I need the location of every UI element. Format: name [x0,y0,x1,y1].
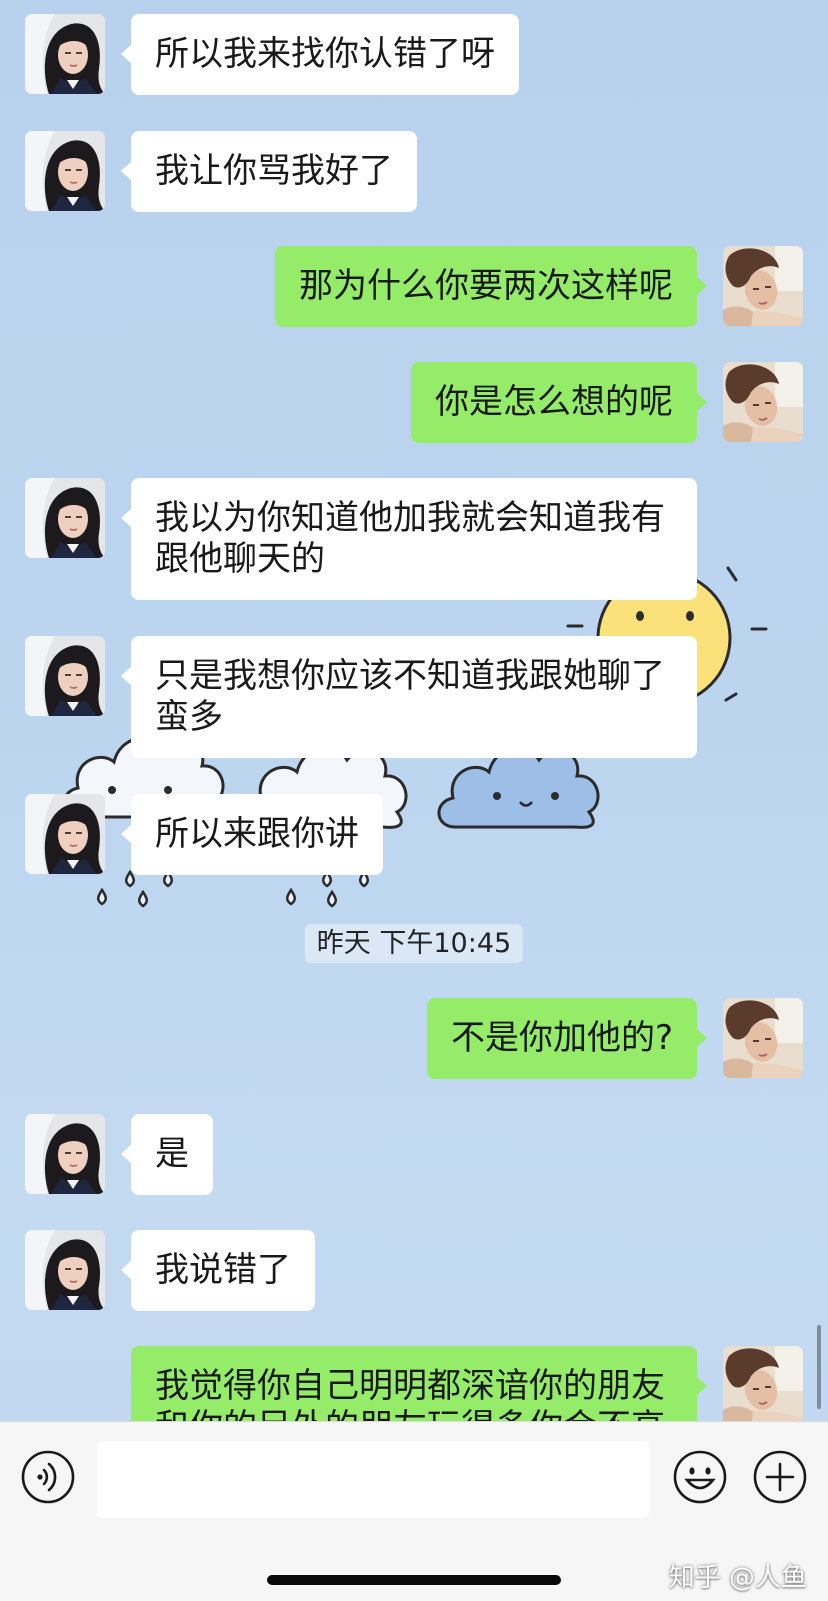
message-bubble-incoming[interactable]: 所以来跟你讲 [121,794,383,875]
message-bubble-outgoing[interactable]: 不是你加他的? [426,998,708,1079]
message-input[interactable] [97,1441,650,1518]
avatar-photo [723,362,803,442]
message-timestamp: 昨天 下午10:45 [304,924,524,963]
cloud-icon [437,746,600,829]
scroll-indicator[interactable] [817,1325,821,1409]
avatar-self[interactable] [723,998,803,1078]
avatar-contact[interactable] [25,794,105,874]
avatar-photo [25,636,105,716]
plus-icon [753,1450,807,1504]
avatar-photo [25,794,105,874]
home-indicator[interactable] [267,1575,561,1585]
avatar-photo [25,478,105,558]
avatar-contact[interactable] [25,1230,105,1310]
message-bubble-outgoing[interactable]: 那为什么你要两次这样呢 [275,246,707,327]
message-bubble-incoming[interactable]: 是 [121,1114,213,1195]
message-bubble-incoming[interactable]: 只是我想你应该不知道我跟她聊了蛮多 [121,636,697,758]
avatar-photo [723,1346,803,1426]
avatar-contact[interactable] [25,131,105,211]
avatar-contact[interactable] [25,1114,105,1194]
avatar-self[interactable] [723,246,803,326]
avatar-photo [723,998,803,1078]
message-bubble-incoming[interactable]: 我说错了 [121,1230,315,1311]
avatar-photo [25,14,105,94]
avatar-contact[interactable] [25,478,105,558]
avatar-contact[interactable] [25,636,105,716]
more-button[interactable] [752,1449,808,1505]
voice-button[interactable] [20,1449,76,1505]
avatar-contact[interactable] [25,14,105,94]
message-bubble-outgoing[interactable]: 你是怎么想的呢 [411,362,707,443]
emoji-icon [673,1450,727,1504]
chat-screen: 所以我来找你认错了呀 我让你骂我好了 那为什么你要两次这样呢 你是怎么想的呢 我… [0,0,828,1601]
avatar-photo [723,246,803,326]
emoji-button[interactable] [672,1449,728,1505]
avatar-photo [25,1114,105,1194]
avatar-self[interactable] [723,1346,803,1426]
message-bubble-incoming[interactable]: 所以我来找你认错了呀 [121,14,519,95]
avatar-self[interactable] [723,362,803,442]
message-bubble-incoming[interactable]: 我以为你知道他加我就会知道我有跟他聊天的 [121,478,697,600]
voice-icon [21,1450,75,1504]
raindrop-icon [96,870,370,908]
message-bubble-incoming[interactable]: 我让你骂我好了 [121,131,417,212]
watermark: 知乎 @人鱼 [668,1563,807,1593]
avatar-photo [25,1230,105,1310]
avatar-photo [25,131,105,211]
